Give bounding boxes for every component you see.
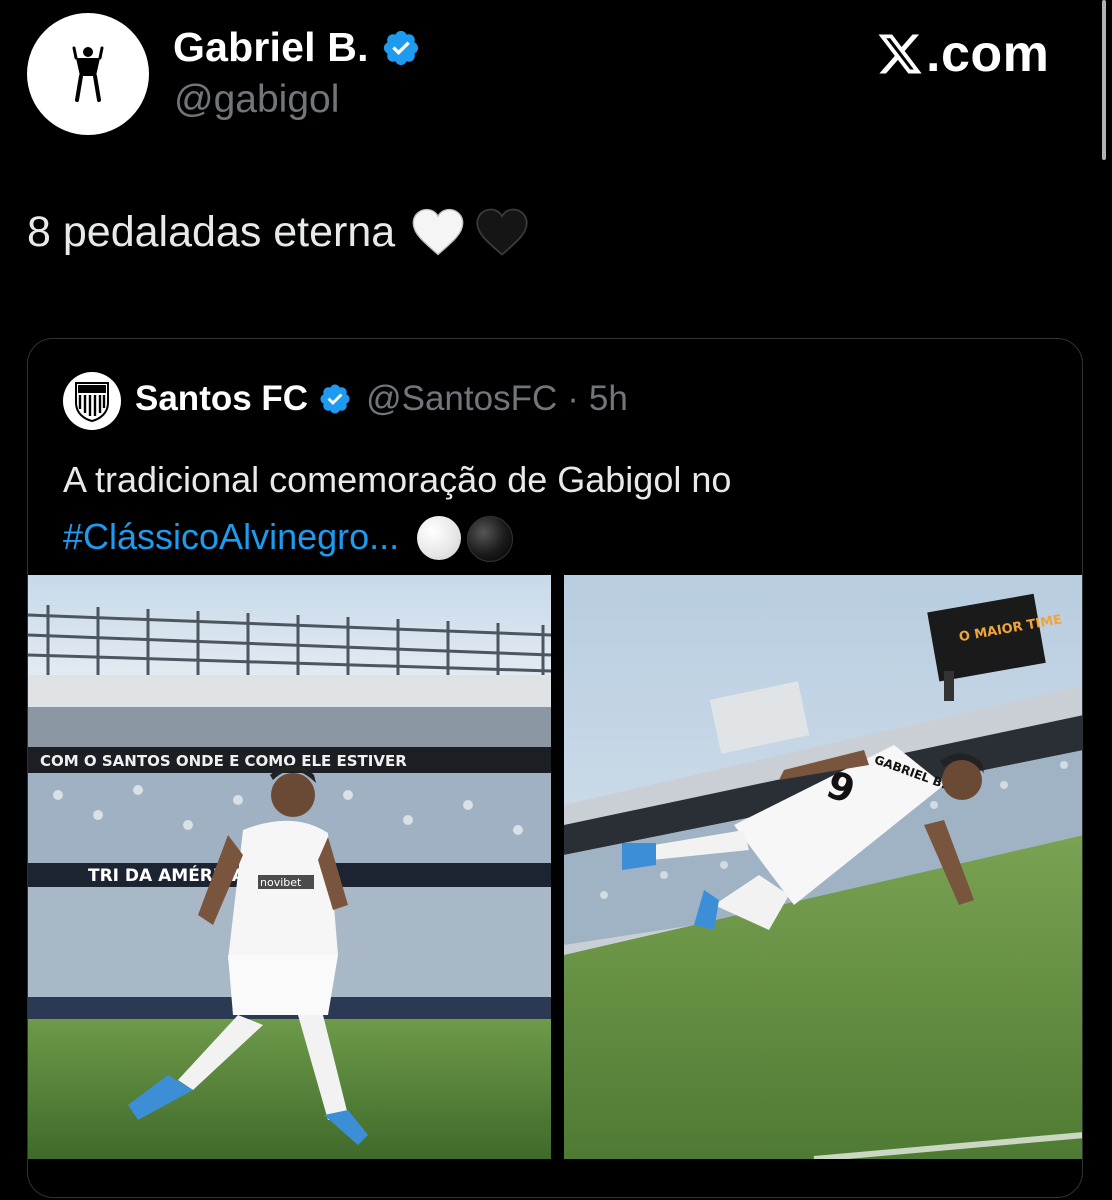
- quote-body: A tradicional comemoração de Gabigol no: [63, 459, 732, 500]
- player-silhouette-icon: [72, 46, 104, 102]
- x-logo-icon: [878, 34, 922, 74]
- x-brand-domain: .com: [926, 25, 1050, 83]
- quote-author-name[interactable]: Santos FC: [135, 379, 308, 419]
- author-name-row[interactable]: Gabriel B.: [173, 24, 421, 71]
- quote-separator: ·: [567, 379, 579, 418]
- tweet-screenshot: Gabriel B. @gabigol .com 8 pedaladas ete…: [0, 0, 1112, 1200]
- santos-crest-icon: [75, 382, 109, 423]
- banner-top-text: COM O SANTOS ONDE E COMO ELE ESTIVER: [40, 752, 407, 770]
- photo-left-illustration: COM O SANTOS ONDE E COMO ELE ESTIVER TRI…: [28, 575, 551, 1159]
- quote-emojis: [417, 516, 514, 563]
- quote-timestamp[interactable]: 5h: [589, 379, 628, 419]
- photo-player-running[interactable]: COM O SANTOS ONDE E COMO ELE ESTIVER TRI…: [28, 575, 551, 1159]
- verified-badge-icon: [383, 30, 418, 65]
- author-avatar[interactable]: [27, 13, 149, 135]
- black-circle-icon: [467, 516, 514, 563]
- shirt-sponsor-text: novibet: [260, 876, 302, 889]
- tweet-text-row: 8 pedaladas eterna: [27, 207, 529, 257]
- photo-player-celebrating[interactable]: O MAIOR TIME 9 GABRIEL B.: [564, 575, 1082, 1159]
- quote-author-handle[interactable]: @SantosFC: [366, 379, 557, 419]
- photo-right-illustration: O MAIOR TIME 9 GABRIEL B.: [564, 575, 1082, 1159]
- x-brand: .com: [876, 24, 1049, 84]
- quote-text: A tradicional comemoração de Gabigol no …: [63, 451, 1053, 565]
- scrollbar[interactable]: [1102, 0, 1106, 160]
- author-name[interactable]: Gabriel B.: [173, 24, 369, 71]
- author-handle[interactable]: @gabigol: [174, 78, 339, 122]
- black-heart-icon: [476, 208, 528, 256]
- quote-hashtag-link[interactable]: #ClássicoAlvinegro...: [63, 516, 399, 557]
- quote-verified-badge-icon: [320, 384, 350, 414]
- tweet-emojis: [411, 207, 529, 257]
- quote-header[interactable]: Santos FC @SantosFC · 5h: [135, 379, 628, 419]
- quoted-tweet-card[interactable]: Santos FC @SantosFC · 5h A tradicional c…: [27, 338, 1083, 1198]
- white-heart-icon: [412, 208, 464, 256]
- quote-media-grid: COM O SANTOS ONDE E COMO ELE ESTIVER TRI…: [28, 575, 1082, 1197]
- tweet-text: 8 pedaladas eterna: [27, 207, 396, 256]
- quote-avatar[interactable]: [63, 372, 121, 430]
- white-circle-icon: [417, 516, 462, 561]
